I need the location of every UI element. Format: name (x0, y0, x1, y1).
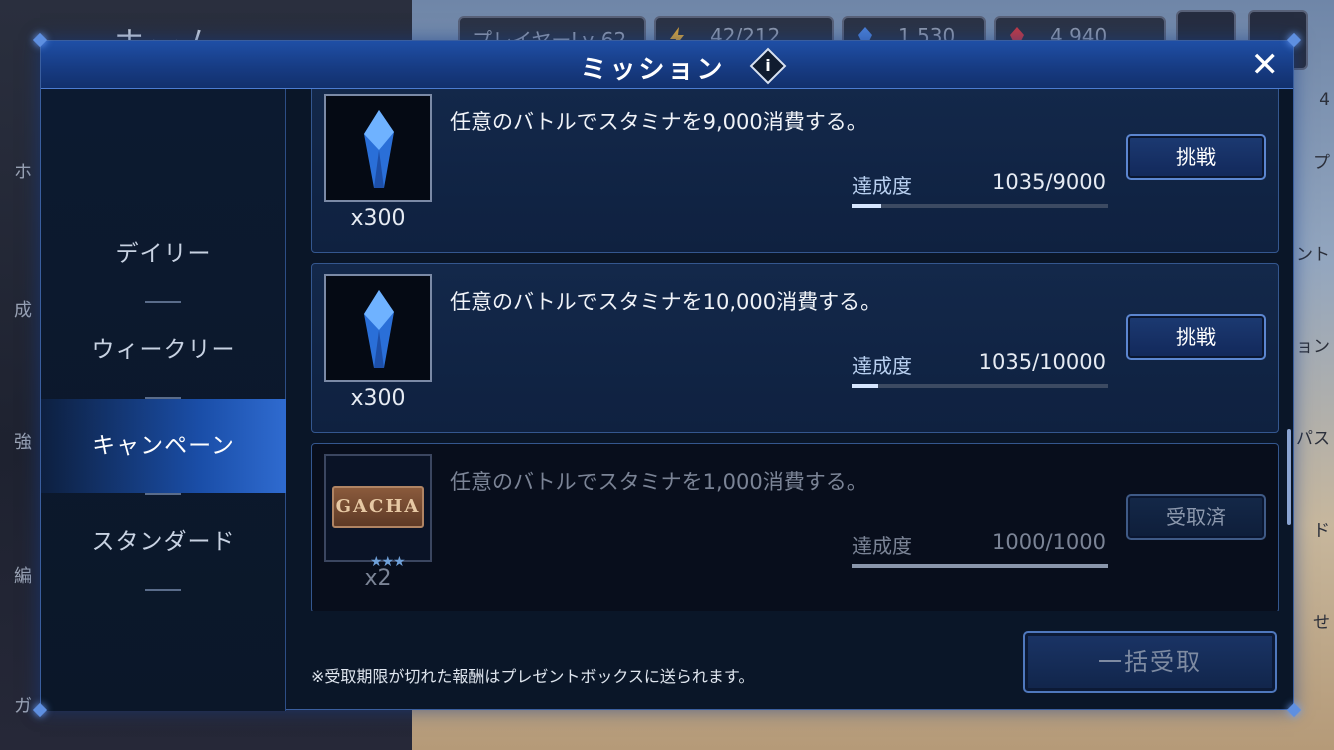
mission-item: x300 任意のバトルでスタミナを10,000消費する。 達成度 1035/10… (311, 263, 1279, 433)
background-menu-label: せ (1313, 613, 1330, 633)
mission-category-tabs: デイリー ウィークリー キャンペーン スタンダード (41, 89, 286, 711)
reward-quantity: x300 (350, 206, 406, 231)
progress-label: 達成度 (852, 534, 912, 558)
progress-value: 1000/1000 (992, 530, 1106, 554)
received-button[interactable]: 受取済 (1126, 494, 1266, 540)
reward-quantity: x300 (350, 386, 406, 411)
mission-list[interactable]: x300 任意のバトルでスタミナを9,000消費する。 達成度 1035/900… (311, 89, 1281, 611)
background-menu-label: ド (1313, 521, 1330, 541)
challenge-button[interactable]: 挑戦 (1126, 314, 1266, 360)
progress-fill (852, 564, 1108, 568)
mission-item: x300 任意のバトルでスタミナを9,000消費する。 達成度 1035/900… (311, 89, 1279, 253)
progress-label: 達成度 (852, 174, 912, 198)
tab-standard[interactable]: スタンダード (41, 495, 286, 589)
tab-daily[interactable]: デイリー (41, 207, 286, 301)
mission-item-completed: GACHA ★★★ x2 任意のバトルでスタミナを1,000消費する。 達成度 … (311, 443, 1279, 611)
tab-campaign[interactable]: キャンペーン (41, 399, 286, 493)
progress-bar (852, 384, 1108, 388)
tab-divider (145, 589, 181, 591)
blue-crystal-icon (364, 290, 394, 368)
background-menu-label: パス (1296, 429, 1330, 449)
background-sidebar-label: ホ (14, 162, 32, 183)
tab-weekly[interactable]: ウィークリー (41, 303, 286, 397)
progress-label: 達成度 (852, 354, 912, 378)
modal-header: ミッション i ✕ (41, 41, 1293, 89)
blue-crystal-icon (364, 110, 394, 188)
background-menu-label: ント (1296, 245, 1330, 265)
claim-all-button[interactable]: 一括受取 (1023, 631, 1277, 693)
progress-fill (852, 204, 882, 208)
background-sidebar-label: 編 (14, 566, 32, 587)
modal-title: ミッション (580, 55, 726, 85)
challenge-button[interactable]: 挑戦 (1126, 134, 1266, 180)
progress-value: 1035/10000 (978, 350, 1106, 374)
reward-frame: GACHA ★★★ (324, 454, 432, 570)
mission-modal: ミッション i ✕ デイリー ウィークリー キャンペーン スタンダード x300… (40, 40, 1294, 711)
background-sidebar-label: ガ (14, 696, 32, 717)
background-menu-label: プ (1313, 153, 1330, 173)
mission-description: 任意のバトルでスタミナを1,000消費する。 (450, 470, 868, 494)
background-sidebar-label: 強 (14, 432, 32, 453)
progress-value: 1035/9000 (992, 170, 1106, 194)
close-icon[interactable]: ✕ (1251, 47, 1280, 83)
background-badge-count: 4 (1319, 90, 1330, 110)
mission-description: 任意のバトルでスタミナを9,000消費する。 (450, 110, 868, 134)
progress-fill (852, 384, 879, 388)
background-sidebar-label: 成 (14, 300, 32, 321)
list-scrollbar[interactable] (1287, 429, 1291, 525)
progress-bar (852, 564, 1108, 568)
background-menu-label: ョン (1296, 337, 1330, 357)
reward-frame (324, 274, 432, 382)
reward-frame (324, 94, 432, 202)
info-glyph: i (765, 56, 771, 75)
mission-description: 任意のバトルでスタミナを10,000消費する。 (450, 290, 882, 314)
progress-bar (852, 204, 1108, 208)
gacha-ticket-icon: GACHA (332, 486, 424, 528)
reward-quantity: x2 (364, 566, 392, 591)
expiry-note: ※受取期限が切れた報酬はプレゼントボックスに送られます。 (311, 667, 755, 686)
